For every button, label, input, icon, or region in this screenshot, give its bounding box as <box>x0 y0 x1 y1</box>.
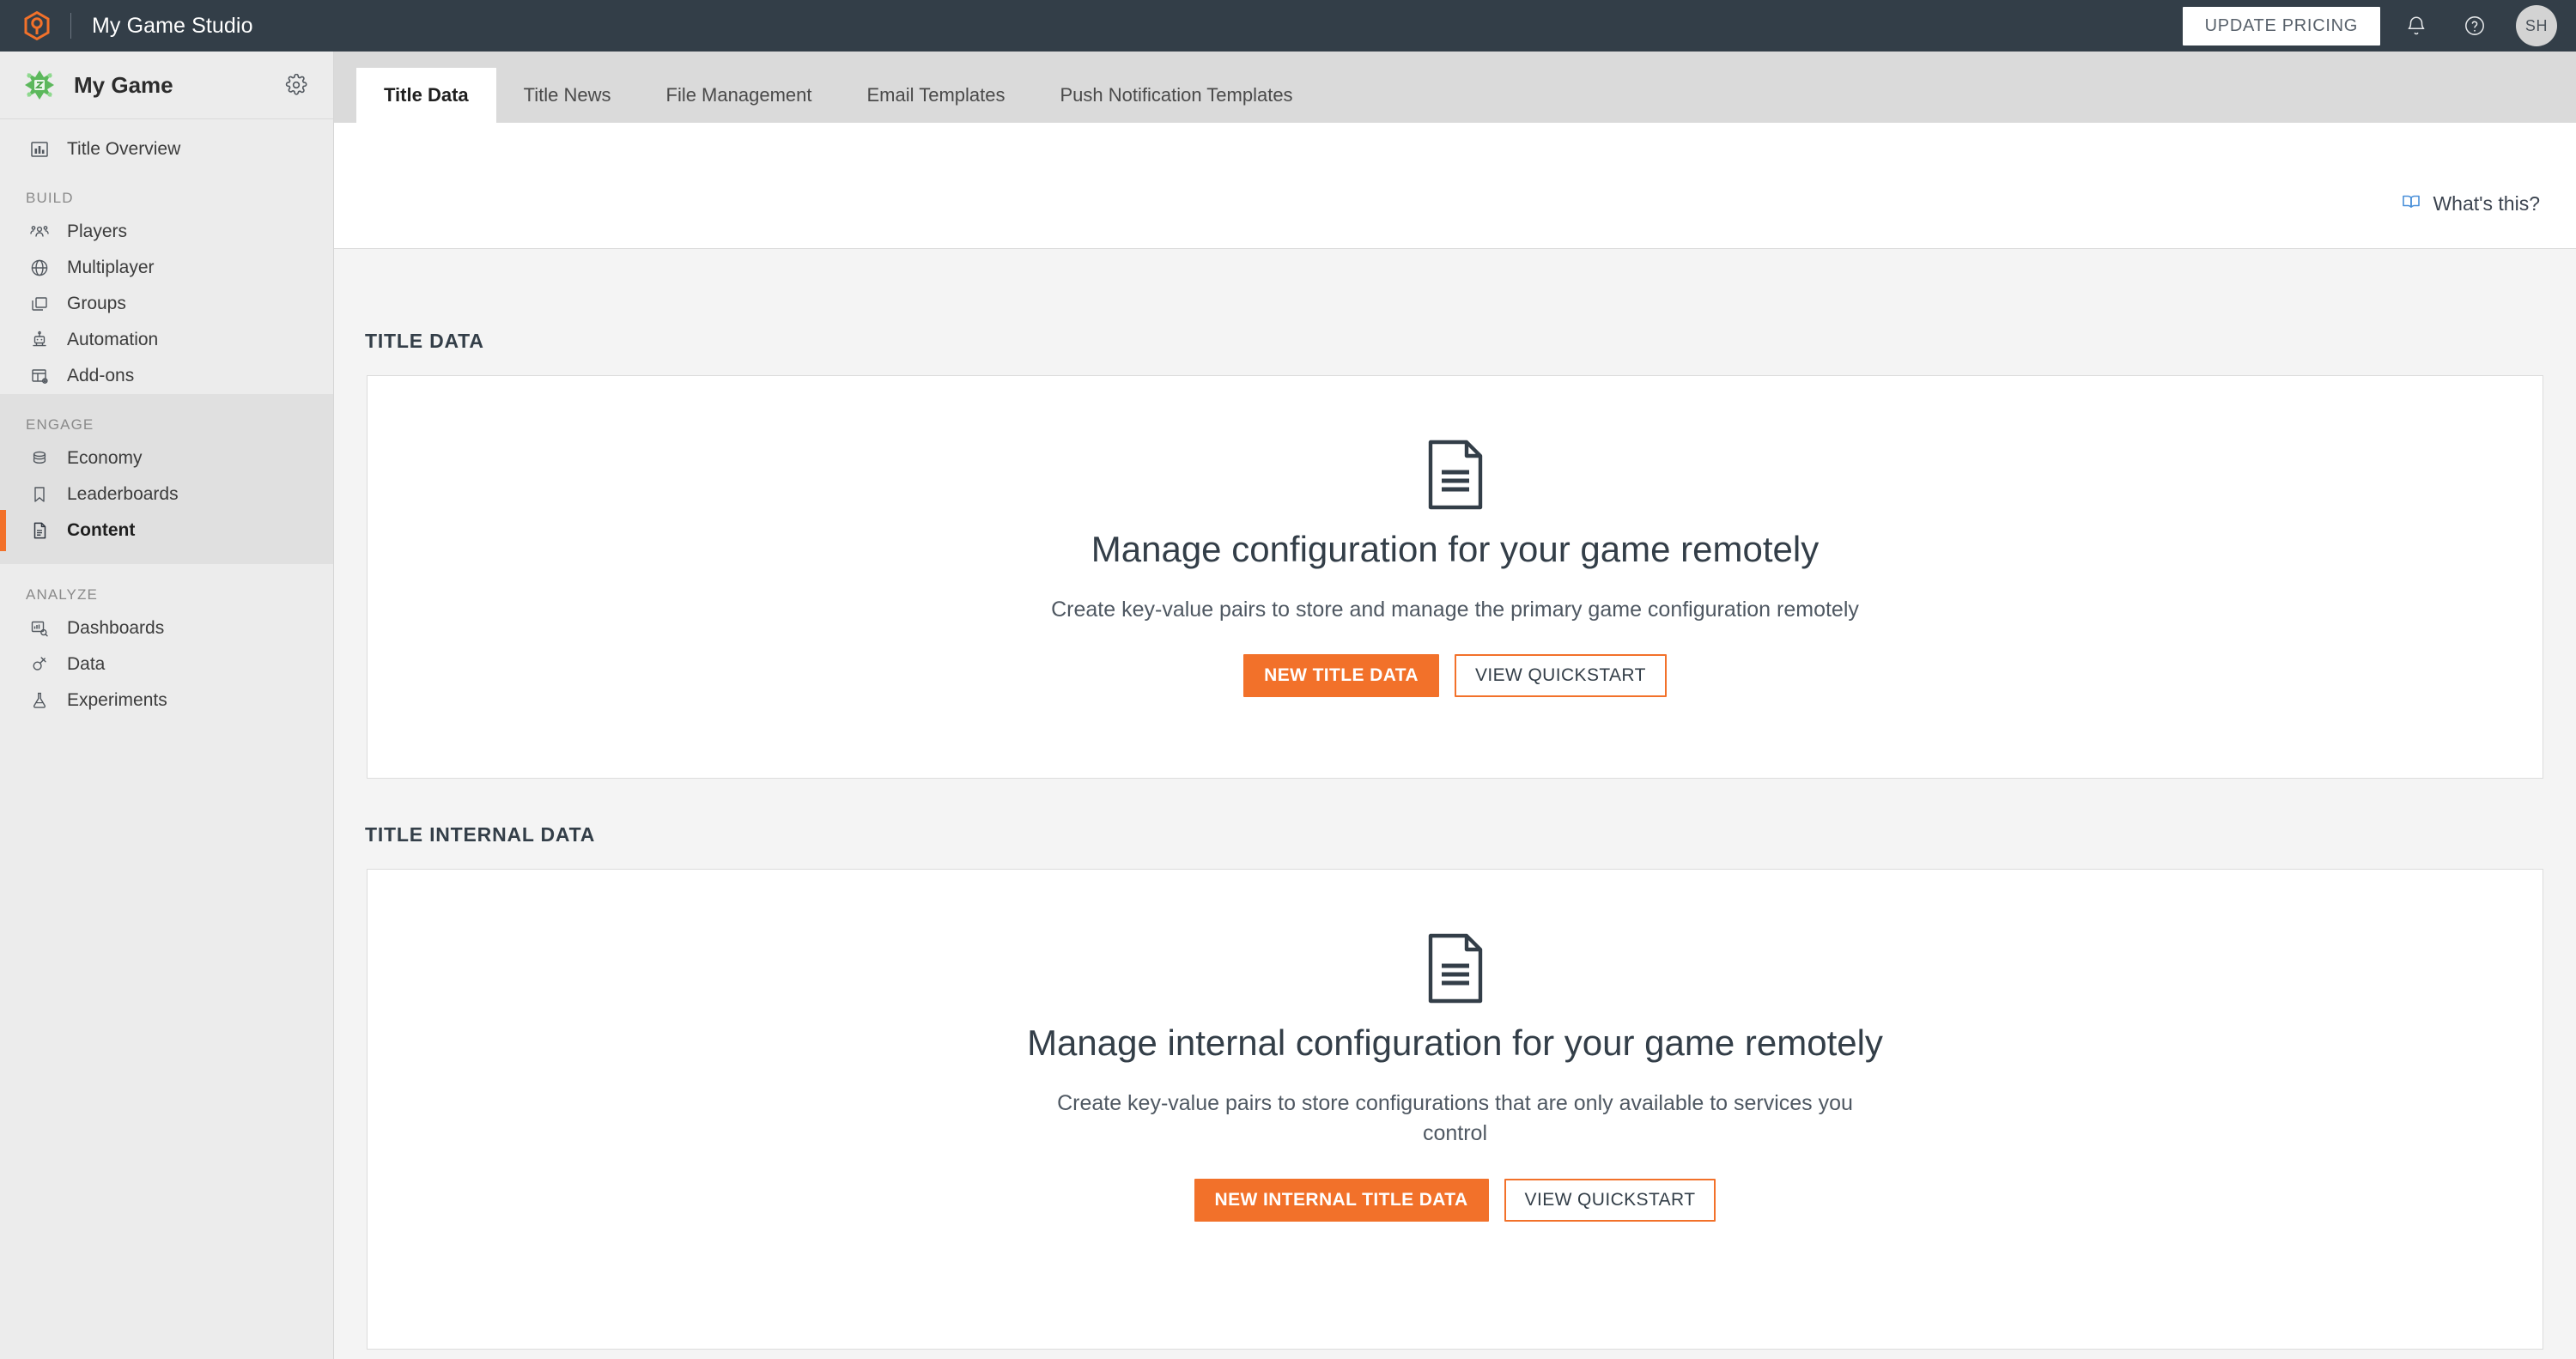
sidebar-item-label: Players <box>67 221 128 241</box>
tab-file-management[interactable]: File Management <box>639 68 840 123</box>
new-internal-title-data-button[interactable]: NEW INTERNAL TITLE DATA <box>1194 1178 1489 1222</box>
grid-gear-icon <box>26 363 53 389</box>
flask-icon <box>26 688 53 713</box>
view-quickstart-button[interactable]: VIEW QUICKSTART <box>1504 1178 1716 1222</box>
card-description: Create key-value pairs to store and mana… <box>1051 597 1859 622</box>
card-heading: Manage internal configuration for your g… <box>1027 1022 1883 1063</box>
sidebar-item-label: Data <box>67 654 106 674</box>
document-icon <box>26 518 53 543</box>
sidebar-item-label: Groups <box>67 294 126 313</box>
section-title-title-data: TITLE DATA <box>365 330 484 352</box>
sidebar-item-automation[interactable]: Automation <box>0 322 333 358</box>
tab-push-notification-templates[interactable]: Push Notification Templates <box>1032 68 1320 123</box>
sidebar-item-label: Title Overview <box>67 139 181 159</box>
people-icon <box>26 219 53 245</box>
sidebar-item-label: Automation <box>67 330 159 349</box>
bookmark-icon <box>26 482 53 507</box>
card-actions: NEW INTERNAL TITLE DATA VIEW QUICKSTART <box>1194 1178 1716 1222</box>
sidebar-item-label: Multiplayer <box>67 258 155 277</box>
sidebar-item-experiments[interactable]: Experiments <box>0 683 333 719</box>
globe-icon <box>26 255 53 281</box>
sidebar-item-economy[interactable]: Economy <box>0 440 333 476</box>
plug-search-icon <box>26 652 53 677</box>
tab-title-data[interactable]: Title Data <box>356 68 496 123</box>
game-avatar-icon <box>22 68 57 102</box>
sidebar-item-label: Economy <box>67 448 143 468</box>
sidebar-section-label: BUILD <box>26 190 74 206</box>
game-name: My Game <box>74 71 173 98</box>
sidebar-section-label: ANALYZE <box>26 586 98 603</box>
top-header-bar: My Game Studio UPDATE PRICING SH <box>0 0 2576 52</box>
sidebar-item-leaderboards[interactable]: Leaderboards <box>0 476 333 513</box>
sidebar-item-multiplayer[interactable]: Multiplayer <box>0 250 333 286</box>
whats-this-label: What's this? <box>2433 192 2540 215</box>
content-tab-bar: Title Data Title News File Management Em… <box>334 52 2576 123</box>
sidebar-item-dashboards[interactable]: Dashboards <box>0 610 333 646</box>
gear-icon[interactable] <box>282 70 311 100</box>
sidebar-item-label: Content <box>67 520 136 540</box>
sidebar-item-label: Experiments <box>67 690 167 710</box>
card-actions: NEW TITLE DATA VIEW QUICKSTART <box>1243 654 1667 698</box>
chart-search-icon <box>26 616 53 641</box>
header-divider <box>70 13 71 39</box>
sidebar-section-label: ENGAGE <box>26 416 94 433</box>
tab-title-news[interactable]: Title News <box>496 68 639 123</box>
sidebar-item-add-ons[interactable]: Add-ons <box>0 358 333 394</box>
sidebar-item-label: Leaderboards <box>67 484 179 504</box>
update-pricing-button[interactable]: UPDATE PRICING <box>2182 6 2380 46</box>
card-heading: Manage configuration for your game remot… <box>1091 529 1820 569</box>
sidebar-item-label: Dashboards <box>67 618 165 638</box>
robot-icon <box>26 327 53 353</box>
section-title-title-internal-data: TITLE INTERNAL DATA <box>365 823 596 846</box>
sidebar-item-content[interactable]: Content <box>0 510 333 551</box>
stacked-squares-icon <box>26 291 53 317</box>
document-icon <box>1427 933 1484 1008</box>
open-book-icon <box>2401 191 2421 216</box>
header-actions: UPDATE PRICING SH <box>2182 3 2557 48</box>
title-data-empty-state-card: Manage configuration for your game remot… <box>367 375 2543 779</box>
document-icon <box>1427 440 1484 514</box>
new-title-data-button[interactable]: NEW TITLE DATA <box>1243 654 1439 698</box>
bell-icon[interactable] <box>2394 3 2439 48</box>
whats-this-link[interactable]: What's this? <box>2401 191 2540 216</box>
card-description: Create key-value pairs to store configur… <box>1057 1090 1853 1146</box>
sidebar-section-analyze: ANALYZE Dashboards Data Experiments <box>0 564 333 719</box>
sidebar-item-title-overview[interactable]: Title Overview <box>0 131 333 167</box>
sidebar-item-label: Add-ons <box>67 366 135 385</box>
sidebar-section-build: BUILD Players Multiplayer Groups Automat… <box>0 167 333 394</box>
view-quickstart-button[interactable]: VIEW QUICKSTART <box>1454 654 1667 698</box>
studio-name: My Game Studio <box>92 13 253 38</box>
playfab-hexagon-logo-icon[interactable] <box>22 11 52 40</box>
help-icon[interactable] <box>2452 3 2497 48</box>
sidebar-item-players[interactable]: Players <box>0 214 333 250</box>
coins-stack-icon <box>26 446 53 471</box>
sidebar-section-engage: ENGAGE Economy Leaderboards Content <box>0 394 333 564</box>
bar-chart-icon <box>26 137 53 162</box>
main-content: TITLE DATA Manage configuration for your… <box>334 249 2576 1359</box>
user-avatar[interactable]: SH <box>2516 5 2557 46</box>
tab-email-templates[interactable]: Email Templates <box>839 68 1032 123</box>
sidebar-game-header[interactable]: My Game <box>0 52 333 119</box>
page-subheader: What's this? <box>334 123 2576 249</box>
sidebar-item-data[interactable]: Data <box>0 646 333 683</box>
sidebar: My Game Title Overview BUILD Players Mul… <box>0 52 334 1359</box>
title-internal-data-empty-state-card: Manage internal configuration for your g… <box>367 869 2543 1350</box>
sidebar-item-groups[interactable]: Groups <box>0 286 333 322</box>
